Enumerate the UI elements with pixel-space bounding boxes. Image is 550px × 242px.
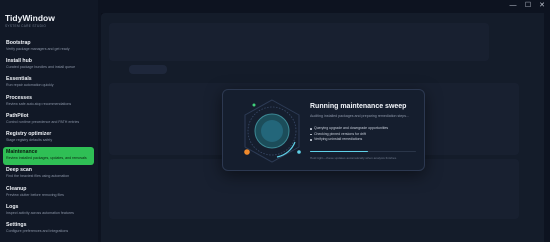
sidebar: TidyWindow SYSTEM CARE STUDIO Bootstrap V… [0, 0, 98, 242]
sidebar-item-description: Control runtime precedence and PATH entr… [6, 119, 80, 124]
sidebar-item-label: PathPilot [6, 112, 29, 119]
sidebar-item-label: Processes [6, 94, 32, 101]
sidebar-item-settings[interactable]: Settings Configure preferences and integr… [3, 220, 94, 238]
sidebar-nav: Bootstrap Verify package managers and get… [3, 38, 94, 238]
dialog-title: Running maintenance sweep [310, 103, 407, 110]
step-item: Verifying uninstall remediations [310, 137, 388, 143]
maximize-icon[interactable]: ☐ [522, 1, 534, 11]
sidebar-item-description: Preview clutter before removing files [6, 192, 64, 197]
sidebar-item-label: Essentials [6, 76, 32, 83]
sidebar-item-label: Install hub [6, 58, 32, 65]
maintenance-orb-illustration [244, 99, 301, 163]
progress-fill [310, 151, 369, 153]
sidebar-item-label: Registry optimizer [6, 130, 52, 137]
sidebar-item-description: Run repair automation quickly [6, 83, 54, 88]
sidebar-item-deep-scan[interactable]: Deep scan Find the heaviest files using a… [3, 165, 94, 183]
sidebar-item-cleanup[interactable]: Cleanup Preview clutter before removing f… [3, 184, 94, 202]
step-list: Querying upgrade and downgrade opportuni… [310, 126, 388, 143]
sidebar-item-logs[interactable]: Logs Inspect activity across automation f… [3, 202, 94, 220]
sidebar-item-description: Inspect activity across automation featu… [6, 210, 74, 215]
orange-dot-icon [244, 149, 250, 155]
teal-dot-icon [297, 150, 301, 154]
close-icon[interactable]: ✕ [536, 1, 548, 11]
sidebar-item-description: Find the heaviest files using automation [6, 174, 70, 179]
sidebar-item-label: Maintenance [6, 149, 38, 156]
progress-bar [310, 151, 416, 153]
green-dot-icon [252, 103, 256, 107]
sidebar-item-label: Bootstrap [6, 40, 31, 46]
sidebar-item-description: Stage registry defaults safely [6, 137, 53, 142]
sidebar-item-label: Cleanup [6, 185, 27, 192]
sidebar-item-description: Verify package managers and get ready [6, 47, 70, 51]
sidebar-item-bootstrap[interactable]: Bootstrap Verify package managers and get… [3, 38, 94, 56]
sidebar-item-description: Configure preferences and integrations [6, 228, 69, 233]
sidebar-item-description: Review installed packages, updates, and … [6, 156, 87, 161]
app-subtitle: SYSTEM CARE STUDIO [5, 24, 47, 28]
sidebar-item-label: Settings [6, 221, 27, 228]
sidebar-item-description: Curated package bundles and install queu… [6, 65, 76, 70]
sidebar-item-maintenance[interactable]: Maintenance Review installed packages, up… [3, 147, 94, 166]
app-title: TidyWindow [5, 13, 55, 23]
sidebar-item-essentials[interactable]: Essentials Run repair automation quickly [3, 74, 94, 92]
sidebar-item-processes[interactable]: Processes Review safe auto-stop recommend… [3, 93, 94, 111]
sidebar-item-pathpilot[interactable]: PathPilot Control runtime precedence and … [3, 111, 94, 129]
sidebar-item-label: Deep scan [6, 167, 32, 174]
sidebar-item-registry-optimizer[interactable]: Registry optimizer Stage registry default… [3, 129, 94, 147]
dialog-subtitle: Auditing installed packages and preparin… [310, 114, 410, 118]
sidebar-item-install-hub[interactable]: Install hub Curated package bundles and i… [3, 56, 94, 74]
minimize-icon[interactable]: — [507, 1, 519, 11]
dialog-note: Hold tight—these updates automatically w… [310, 156, 398, 160]
sidebar-item-description: Review safe auto-stop recommendations [6, 101, 72, 106]
sidebar-item-label: Logs [6, 203, 19, 210]
maintenance-progress-dialog: Running maintenance sweep Auditing insta… [222, 89, 425, 171]
